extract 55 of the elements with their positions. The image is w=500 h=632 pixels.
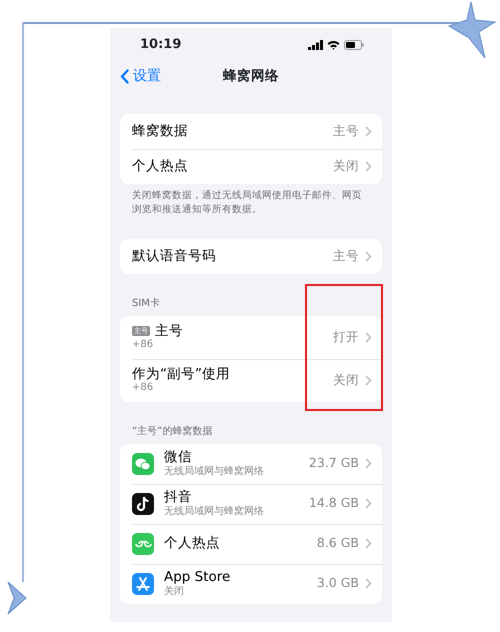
settings-row[interactable]: 个人热点 8.6 GB: [120, 524, 382, 564]
settings-row[interactable]: App Store 关闭 3.0 GB: [120, 564, 382, 604]
chevron-icon: [365, 498, 372, 510]
chevron-icon: [365, 538, 372, 550]
chevron-icon: [365, 578, 372, 590]
row-sublabel: 无线局域网与蜂窝网络: [164, 506, 264, 518]
row-sublabel: +86: [132, 339, 154, 352]
row-label: 微信: [164, 449, 193, 466]
row-sublabel: 关闭: [164, 586, 185, 598]
back-chevron-icon: [120, 68, 129, 84]
row-label: 个人热点: [164, 535, 220, 552]
status-time: 10:19: [140, 36, 182, 54]
row-value: 8.6 GB: [316, 534, 359, 552]
settings-row[interactable]: 微信 无线局域网与蜂窝网络 23.7 GB: [120, 444, 382, 484]
row-label: 作为“副号”使用: [132, 366, 230, 382]
settings-row[interactable]: 默认语音号码 主号: [120, 238, 382, 274]
settings-row[interactable]: 作为“副号”使用 +86 关闭: [120, 358, 382, 402]
row-value: 14.8 GB: [308, 494, 359, 512]
row-label: App Store: [164, 569, 230, 586]
row-value: 3.0 GB: [316, 574, 359, 592]
row-label: 主号: [155, 322, 183, 340]
row-label: 默认语音号码: [132, 248, 216, 264]
chevron-icon: [365, 126, 372, 137]
row-value: 关闭: [333, 370, 359, 389]
music-note-app-icon: [132, 492, 154, 515]
chevron-icon: [365, 458, 372, 470]
hotspot-icon: [132, 532, 154, 555]
chevron-icon: [365, 374, 372, 386]
row-label: 蜂窝数据: [132, 123, 188, 140]
settings-row[interactable]: 个人热点 关闭: [120, 149, 382, 184]
chevron-icon: [365, 332, 372, 343]
row-value: 主号: [333, 122, 359, 140]
row-label: 抖音: [164, 489, 193, 506]
row-value: 主号: [333, 246, 359, 265]
back-button[interactable]: 设置: [120, 66, 161, 86]
row-label: 个人热点: [132, 158, 188, 175]
row-sublabel: 无线局域网与蜂窝网络: [164, 466, 264, 478]
app-store-icon: [132, 572, 154, 595]
section-footer: 关闭蜂窝数据，通过无线局域网使用电子邮件、网页浏览和推送通知等所有数据。: [120, 184, 382, 217]
star-decoration-icon: [6, 580, 28, 616]
signal-icon: [308, 40, 323, 50]
row-sublabel: +86: [132, 382, 154, 394]
settings-row[interactable]: 蜂窝数据 主号: [120, 114, 382, 149]
battery-icon: [344, 40, 364, 50]
row-value: 关闭: [333, 157, 359, 176]
wifi-icon: [327, 40, 340, 50]
page-title: 蜂窝网络: [223, 68, 279, 84]
row-value: 23.7 GB: [308, 454, 359, 472]
chat-app-icon: [132, 452, 154, 475]
settings-row[interactable]: 抖音 无线局域网与蜂窝网络 14.8 GB: [120, 484, 382, 524]
chevron-icon: [365, 250, 372, 262]
row-value: 打开: [333, 328, 359, 346]
chevron-icon: [365, 161, 372, 172]
section-header: “主号”的蜂窝数据: [131, 424, 214, 439]
section-header: SIM卡: [131, 296, 161, 311]
